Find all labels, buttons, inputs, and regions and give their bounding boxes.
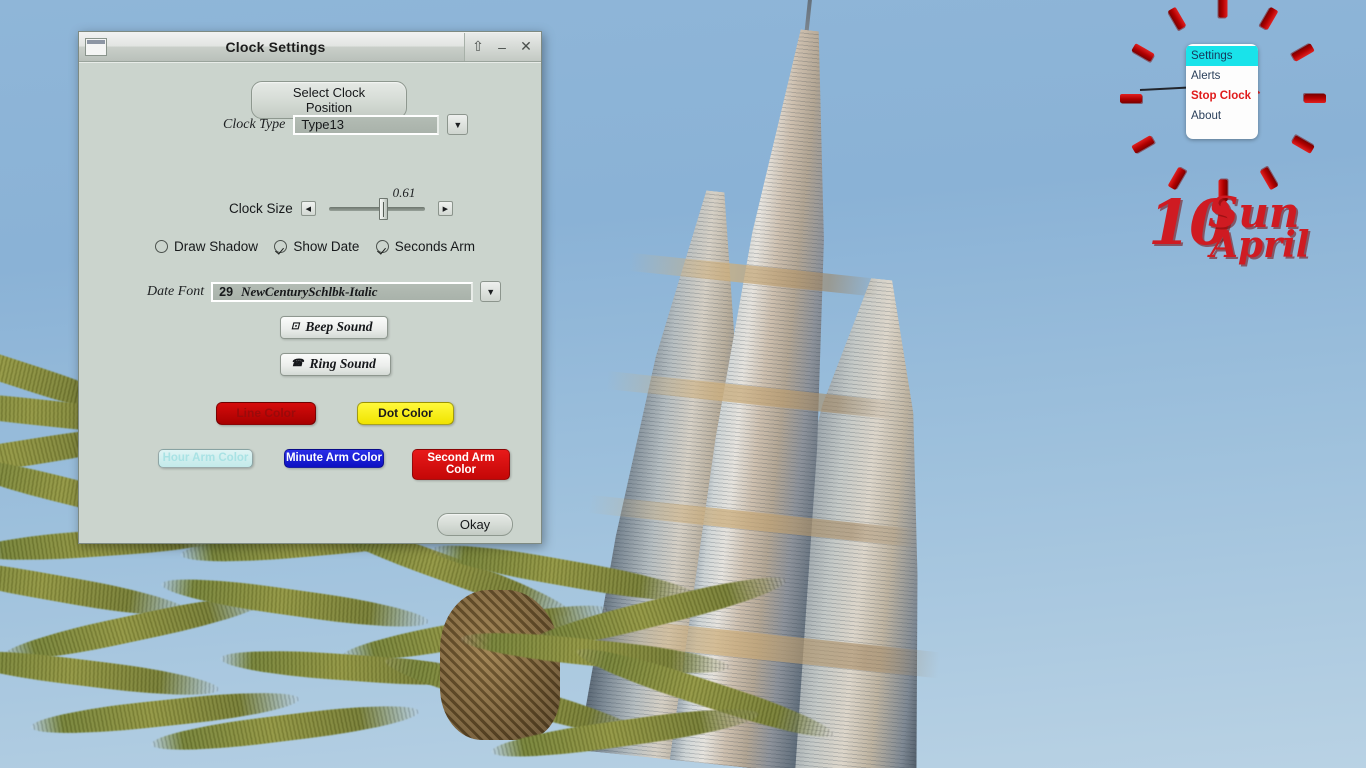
clock-tick bbox=[1131, 135, 1155, 154]
clock-type-row: Clock Type Type13 ▼ bbox=[223, 114, 523, 135]
bell-icon: ☎ bbox=[291, 358, 304, 369]
clock-size-decrease-button[interactable]: ◀ bbox=[300, 201, 316, 216]
chevron-down-icon[interactable]: ▼ bbox=[447, 114, 469, 135]
dialog-titlebar[interactable]: Clock Settings ⇧ – ✕ bbox=[79, 32, 541, 62]
close-button[interactable]: ✕ bbox=[515, 36, 537, 58]
menu-item-stop-clock[interactable]: Stop Clock bbox=[1186, 86, 1258, 106]
radio-icon bbox=[155, 240, 168, 253]
minimize-button[interactable]: – bbox=[491, 36, 513, 58]
beep-sound-button[interactable]: ⊡ Beep Sound bbox=[280, 316, 388, 339]
shade-button[interactable]: ⇧ bbox=[467, 36, 489, 58]
clock-size-label: Clock Size bbox=[229, 201, 293, 216]
toggle-label: Seconds Arm bbox=[394, 239, 475, 254]
dot-color-button[interactable]: Dot Color bbox=[357, 402, 454, 425]
line-color-button[interactable]: Line Color bbox=[216, 402, 316, 425]
titlebar-button-group: ⇧ – ✕ bbox=[464, 32, 541, 61]
toggle-show-date[interactable]: Show Date bbox=[274, 239, 359, 254]
clock-type-field[interactable]: Type13 bbox=[293, 114, 440, 135]
toggle-label: Show Date bbox=[293, 239, 360, 254]
chevron-down-icon[interactable]: ▼ bbox=[480, 281, 502, 302]
toggle-label: Draw Shadow bbox=[174, 239, 259, 254]
clock-tick bbox=[1218, 0, 1228, 18]
date-font-label: Date Font bbox=[147, 283, 205, 299]
desktop: Settings Alerts Stop Clock About 10 Sun … bbox=[0, 0, 1366, 768]
clock-size-slider-thumb[interactable] bbox=[378, 197, 388, 220]
date-font-size: 29 bbox=[219, 284, 234, 299]
clock-tick bbox=[1291, 135, 1315, 154]
dialog-title: Clock Settings bbox=[225, 38, 326, 55]
toggle-seconds-arm[interactable]: Seconds Arm bbox=[375, 239, 475, 254]
clock-date-display: 10 Sun April bbox=[1130, 182, 1366, 272]
clock-tick bbox=[1167, 6, 1187, 31]
window-menu-icon[interactable] bbox=[85, 37, 107, 56]
clock-tick bbox=[1259, 6, 1279, 31]
beep-icon: ⊡ bbox=[291, 321, 300, 332]
second-arm-color-button[interactable]: Second Arm Color bbox=[412, 449, 510, 480]
menu-item-about[interactable]: About bbox=[1186, 106, 1258, 126]
menu-item-settings[interactable]: Settings bbox=[1186, 46, 1258, 66]
clock-size-increase-button[interactable]: ▶ bbox=[437, 201, 453, 216]
check-icon bbox=[274, 240, 288, 253]
clock-tick bbox=[1120, 94, 1142, 103]
date-font-name: NewCenturySchlbk-Italic bbox=[241, 283, 378, 299]
okay-button[interactable]: Okay bbox=[437, 513, 513, 536]
clock-size-row: Clock Size ◀ ▶ bbox=[229, 197, 453, 220]
minute-arm-color-button[interactable]: Minute Arm Color bbox=[284, 449, 384, 468]
menu-item-alerts[interactable]: Alerts bbox=[1186, 66, 1258, 86]
clock-tick bbox=[1304, 94, 1326, 103]
toggle-row: Draw Shadow Show Date Seconds Arm bbox=[155, 239, 475, 254]
clock-type-label: Clock Type bbox=[223, 116, 286, 132]
ring-sound-button[interactable]: ☎ Ring Sound bbox=[280, 353, 391, 376]
hour-arm-color-button[interactable]: Hour Arm Color bbox=[158, 449, 253, 468]
clock-context-menu[interactable]: Settings Alerts Stop Clock About bbox=[1186, 44, 1258, 139]
clock-settings-dialog[interactable]: Clock Settings ⇧ – ✕ Select Clock Positi… bbox=[78, 31, 542, 544]
clock-tick bbox=[1131, 43, 1155, 62]
clock-tick bbox=[1291, 43, 1315, 62]
toggle-draw-shadow[interactable]: Draw Shadow bbox=[155, 239, 258, 254]
beep-sound-label: Beep Sound bbox=[305, 319, 373, 334]
dialog-body: Select Clock Position Clock Type Type13 … bbox=[79, 62, 541, 543]
clock-date-month: April bbox=[1210, 224, 1310, 266]
ring-sound-label: Ring Sound bbox=[309, 356, 376, 371]
date-font-field[interactable]: 29 NewCenturySchlbk-Italic bbox=[211, 281, 474, 302]
clock-size-slider[interactable] bbox=[328, 197, 425, 220]
check-icon bbox=[375, 240, 389, 253]
date-font-row: Date Font 29 NewCenturySchlbk-Italic ▼ bbox=[147, 281, 507, 302]
desktop-clock-widget[interactable]: Settings Alerts Stop Clock About 10 Sun … bbox=[1120, 0, 1366, 290]
